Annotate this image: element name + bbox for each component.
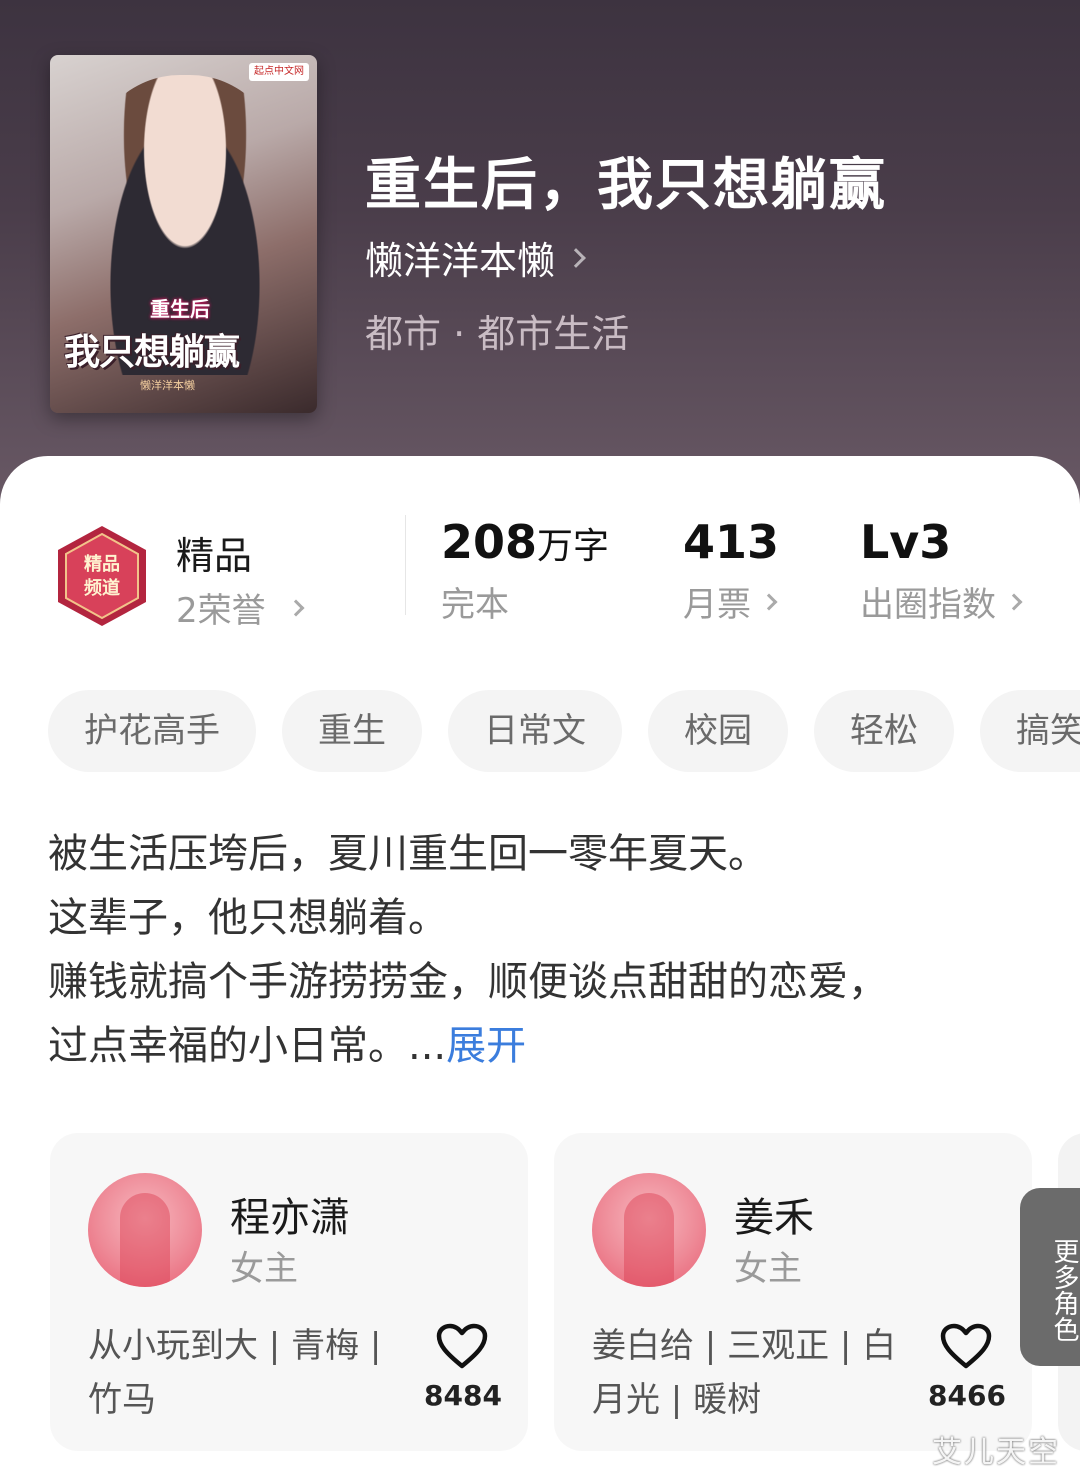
watermark: 艾儿天空 <box>932 1435 1060 1470</box>
description-line: 这辈子，他只想躺着。 <box>48 895 448 941</box>
tag-chip[interactable]: 搞笑 <box>980 690 1080 772</box>
character-tags: 从小玩到大 | 青梅 | 竹马 <box>88 1326 382 1420</box>
author-link[interactable]: 懒洋洋本懒 <box>365 230 586 285</box>
heart-icon[interactable] <box>436 1323 488 1369</box>
character-role: 女主 <box>230 1249 298 1289</box>
character-card[interactable]: 姜禾 女主 姜白给 | 三观正 | 白月光 | 暖树 8466 <box>554 1133 1032 1451</box>
chevron-right-icon <box>760 593 778 610</box>
like-count: 8484 <box>424 1379 502 1412</box>
word-count-value: 208 <box>441 515 538 569</box>
author-name: 懒洋洋本懒 <box>365 239 556 283</box>
honor-count: 2荣誉 <box>176 591 266 631</box>
tag-chip[interactable]: 日常文 <box>448 690 622 772</box>
like-count: 8466 <box>928 1379 1006 1412</box>
heart-icon[interactable] <box>940 1323 992 1369</box>
tag-chip[interactable]: 护花高手 <box>48 690 256 772</box>
character-card[interactable]: 程亦潇 女主 从小玩到大 | 青梅 | 竹马 8484 <box>50 1133 528 1451</box>
book-description: 被生活压垮后，夏川重生回一零年夏天。 这辈子，他只想躺着。 赚钱就搞个手游捞捞金… <box>48 822 1048 1078</box>
description-line: 过点幸福的小日常。... <box>48 1023 447 1069</box>
more-roles-button[interactable]: 更多角色 <box>1020 1188 1080 1366</box>
chevron-right-icon <box>287 599 305 616</box>
book-cover[interactable]: 起点中文网 重生后 我只想躺赢 懒洋洋本懒 <box>50 55 317 413</box>
cover-author: 懒洋洋本懒 <box>140 379 195 392</box>
word-count-unit: 万字 <box>537 526 610 567</box>
completion-status: 完本 <box>441 585 509 625</box>
medal-icon[interactable]: 精品 频道 <box>50 522 154 630</box>
avatar <box>88 1173 202 1287</box>
svg-text:频道: 频道 <box>84 577 120 599</box>
cover-subtitle: 重生后 <box>150 297 210 321</box>
character-tags: 姜白给 | 三观正 | 白月光 | 暖树 <box>592 1326 897 1420</box>
honor-label: 精品 <box>176 534 253 578</box>
avatar <box>592 1173 706 1287</box>
popularity-label: 出圈指数 <box>860 585 996 625</box>
chevron-right-icon <box>566 247 586 268</box>
tag-list: 护花高手 重生 日常文 校园 轻松 搞笑 <box>48 690 1080 772</box>
character-name: 姜禾 <box>734 1195 814 1241</box>
tag-chip[interactable]: 校园 <box>648 690 788 772</box>
cover-title: 我只想躺赢 <box>64 332 240 373</box>
chevron-right-icon <box>1005 593 1023 610</box>
expand-link[interactable]: 展开 <box>446 1023 526 1069</box>
stats-divider <box>405 515 406 615</box>
word-count-stat: 208万字 完本 <box>441 515 609 626</box>
description-line: 被生活压垮后，夏川重生回一零年夏天。 <box>48 831 768 877</box>
book-title: 重生后，我只想躺赢 <box>365 152 887 218</box>
svg-text:精品: 精品 <box>84 553 120 575</box>
popularity-index-stat[interactable]: Lv3 出圈指数 <box>860 515 1023 626</box>
monthly-votes-stat[interactable]: 413 月票 <box>683 515 779 626</box>
honor-count-link[interactable]: 2荣誉 <box>176 583 305 632</box>
character-name: 程亦潇 <box>230 1195 350 1241</box>
book-genre: 都市 · 都市生活 <box>365 312 630 356</box>
popularity-level: Lv3 <box>860 515 952 569</box>
monthly-votes-value: 413 <box>683 515 780 569</box>
character-role: 女主 <box>734 1249 802 1289</box>
monthly-votes-label: 月票 <box>683 585 751 625</box>
tag-chip[interactable]: 重生 <box>282 690 422 772</box>
description-line: 赚钱就搞个手游捞捞金，顺便谈点甜甜的恋爱， <box>48 959 888 1005</box>
tag-chip[interactable]: 轻松 <box>814 690 954 772</box>
cover-publisher-badge: 起点中文网 <box>249 63 309 81</box>
